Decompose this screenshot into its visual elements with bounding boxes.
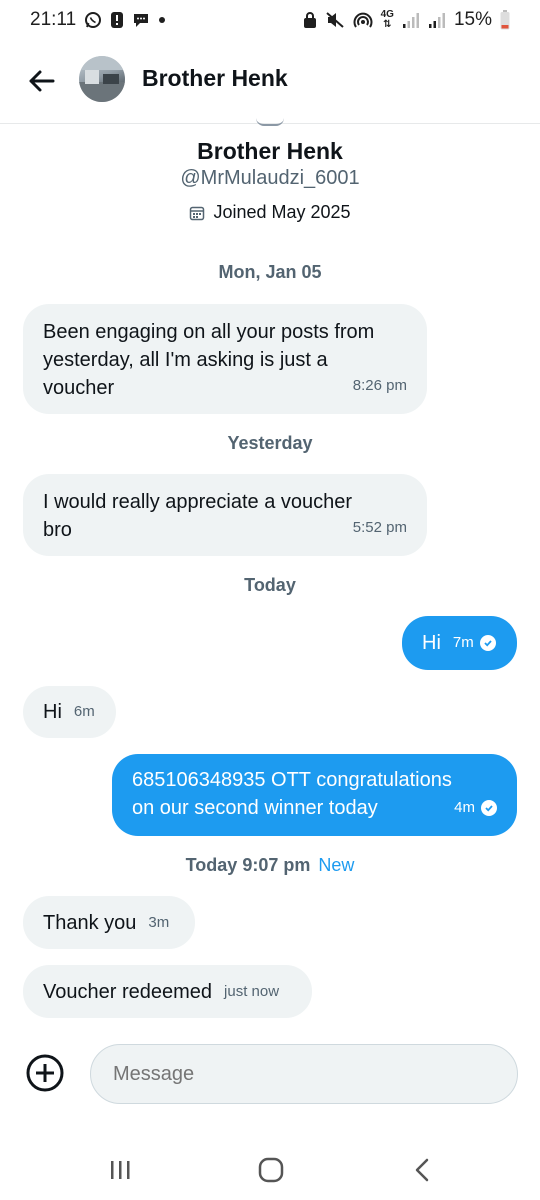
status-bar: 21:11 4G ⇅ 15% <box>0 0 540 40</box>
message-text: Voucher redeemed <box>43 980 213 1003</box>
message-time: 6m <box>73 703 95 720</box>
outgoing-message[interactable]: 685106348935 OTT congratulations on our … <box>112 754 517 836</box>
status-time: 21:11 <box>30 9 77 30</box>
recents-button[interactable] <box>100 1150 140 1190</box>
alert-icon <box>110 11 124 29</box>
mute-icon <box>325 11 345 29</box>
header-contact-name[interactable]: Brother Henk <box>142 65 288 92</box>
nav-back-button[interactable] <box>402 1150 442 1190</box>
message-time: 3m <box>148 913 170 931</box>
back-button[interactable] <box>24 64 58 98</box>
message-line: 685106348935 OTT congratulations <box>132 769 452 791</box>
profile-handle[interactable]: @MrMulaudzi_6001 <box>0 167 540 190</box>
message-line: Been engaging on all your posts from <box>43 321 375 343</box>
add-media-button[interactable] <box>25 1053 65 1093</box>
separator-time: Today 9:07 pm <box>185 855 311 875</box>
new-messages-label: New <box>318 855 355 875</box>
date-separator: Today 9:07 pm New <box>0 855 540 876</box>
plus-circle-icon <box>26 1054 64 1092</box>
profile-name[interactable]: Brother Henk <box>0 138 540 165</box>
message-text: Hi <box>422 632 441 654</box>
message-time: 4m <box>454 799 475 816</box>
message-meta: 4m <box>454 794 497 822</box>
nav-back-icon <box>415 1158 429 1182</box>
date-separator: Yesterday <box>227 433 313 453</box>
date-separator: Today <box>244 575 296 595</box>
avatar[interactable] <box>79 56 125 102</box>
incoming-message[interactable]: Been engaging on all your posts from yes… <box>23 304 427 414</box>
message-line: on our second winner today <box>132 797 378 819</box>
message-input[interactable] <box>90 1044 518 1104</box>
hotspot-icon <box>353 11 373 29</box>
signal-strength-icon <box>402 11 420 29</box>
chat-notification-icon <box>132 11 150 29</box>
data-arrows-icon: ⇅ <box>383 19 392 30</box>
network-type-icon: 4G ⇅ <box>380 9 394 30</box>
back-arrow-icon <box>29 70 55 92</box>
check-circle-icon <box>481 800 497 816</box>
incoming-message[interactable]: Hi 6m <box>23 686 116 738</box>
whatsapp-icon <box>84 11 102 29</box>
conversation-header: Brother Henk <box>0 40 540 124</box>
incoming-message[interactable]: Voucher redeemed just now <box>23 965 312 1018</box>
message-time: 7m <box>452 634 474 651</box>
message-time: just now <box>224 982 280 1000</box>
check-circle-icon <box>479 635 496 651</box>
system-nav-bar <box>0 1140 540 1200</box>
message-text: Thank you <box>43 911 137 934</box>
outgoing-message[interactable]: Hi 7m <box>402 616 517 670</box>
more-notifications-dot-icon <box>158 16 166 24</box>
lock-icon <box>303 11 317 29</box>
message-line: I would really appreciate a voucher <box>43 491 353 513</box>
battery-percentage: 15% <box>453 9 492 30</box>
incoming-message[interactable]: Thank you 3m <box>23 896 195 949</box>
profile-joined: Joined May 2025 <box>0 202 540 223</box>
home-icon <box>258 1157 284 1183</box>
message-text: Hi <box>43 701 62 723</box>
joined-date: Joined May 2025 <box>213 202 351 222</box>
incoming-message[interactable]: I would really appreciate a voucher bro … <box>23 474 427 556</box>
recents-icon <box>111 1161 130 1179</box>
profile-avatar-edge <box>256 118 284 126</box>
calendar-icon <box>190 206 205 220</box>
message-time: 5:52 pm <box>352 519 407 536</box>
message-line: yesterday, all I'm asking is just a <box>43 349 328 371</box>
battery-icon <box>500 10 510 30</box>
message-time: 8:26 pm <box>352 377 407 394</box>
signal-strength-2-icon <box>428 11 446 29</box>
date-separator: Mon, Jan 05 <box>218 262 322 282</box>
home-button[interactable] <box>251 1150 291 1190</box>
